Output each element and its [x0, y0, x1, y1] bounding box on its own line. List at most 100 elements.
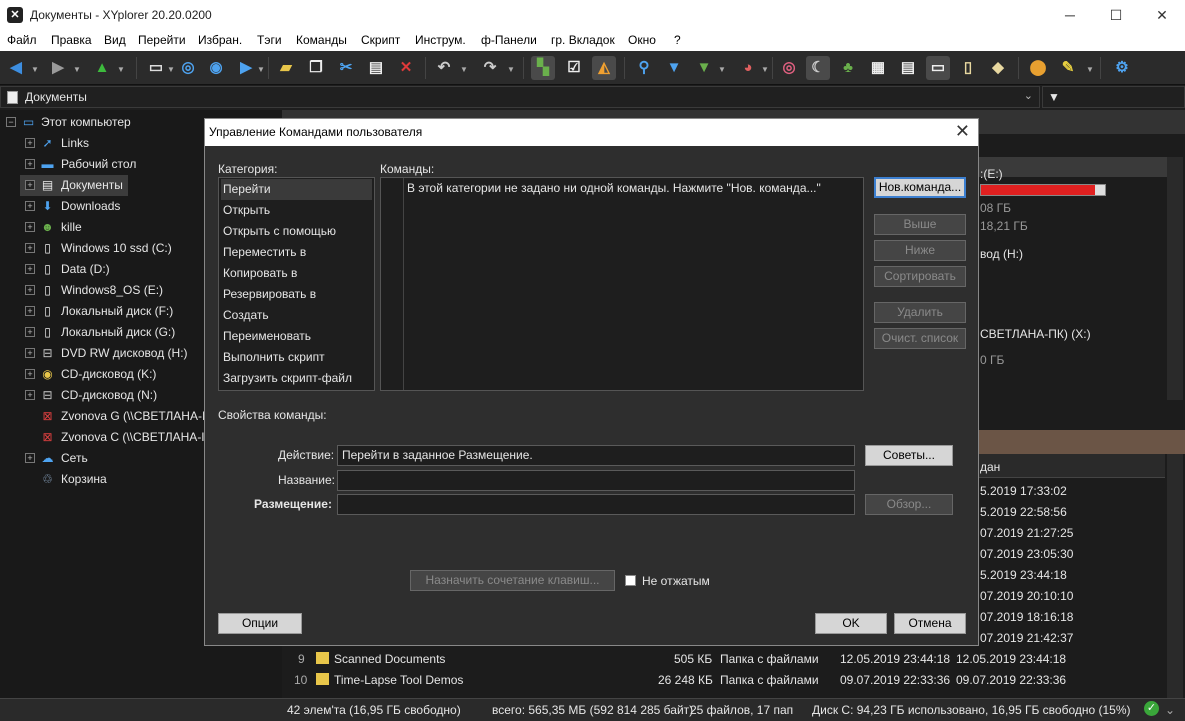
menu-edit[interactable]: Правка	[51, 33, 92, 47]
redo-icon[interactable]: ↷	[478, 56, 502, 80]
clear-list-button[interactable]: Очист. список	[874, 328, 966, 349]
search-icon[interactable]: ⚲	[632, 56, 656, 80]
action-field[interactable]: Перейти в заданное Размещение.	[337, 445, 855, 466]
move-up-button[interactable]: Выше	[874, 214, 966, 235]
color-filter-icon[interactable]: ◕	[736, 56, 760, 80]
category-item[interactable]: Копировать в	[221, 263, 297, 284]
play-icon[interactable]: ▶	[234, 56, 258, 80]
filter-box[interactable]: ▼	[1042, 86, 1185, 108]
paste-icon[interactable]: ▤	[364, 56, 388, 80]
forward-icon[interactable]: ▶	[46, 56, 70, 80]
check-icon[interactable]: ✓	[1144, 701, 1159, 716]
expand-icon[interactable]: +	[25, 285, 35, 295]
menu-go[interactable]: Перейти	[138, 33, 186, 47]
category-item[interactable]: Перейти	[221, 179, 372, 200]
expand-icon[interactable]: +	[25, 201, 35, 211]
copy-icon[interactable]: ❐	[304, 56, 328, 80]
tag-icon[interactable]: ◆	[986, 56, 1010, 80]
menu-file[interactable]: Файл	[7, 33, 37, 47]
find-icon[interactable]: ◉	[204, 56, 228, 80]
filter-icon[interactable]: ▼	[662, 56, 686, 80]
moon-icon[interactable]: ☾	[806, 56, 830, 80]
expand-icon[interactable]: +	[25, 369, 35, 379]
category-item[interactable]: Резервировать в	[221, 284, 316, 305]
menu-view[interactable]: Вид	[104, 33, 126, 47]
settings-gear-icon[interactable]: ⚙	[1110, 56, 1134, 80]
details-view-icon[interactable]: ▤	[896, 56, 920, 80]
category-list[interactable]: Перейти Открыть Открыть с помощью Переме…	[218, 177, 375, 391]
computer-icon[interactable]: ▭	[144, 56, 168, 80]
category-item[interactable]: Создать	[221, 305, 269, 326]
up-icon[interactable]: ▲	[90, 56, 114, 80]
back-icon[interactable]: ◀	[4, 56, 28, 80]
expand-icon[interactable]: +	[25, 159, 35, 169]
column-header-created[interactable]: дан	[980, 460, 1000, 474]
delete-button[interactable]: Удалить	[874, 302, 966, 323]
chevron-down-icon[interactable]: ⌄	[1165, 703, 1175, 717]
minimize-button[interactable]: ─	[1047, 0, 1093, 30]
assign-hotkey-button[interactable]: Назначить сочетание клавиш...	[410, 570, 615, 591]
color-circles-icon[interactable]: ⬤	[1026, 56, 1050, 80]
undo-icon[interactable]: ↶	[432, 56, 456, 80]
new-folder-icon[interactable]: ▰	[274, 56, 298, 80]
ok-button[interactable]: OK	[815, 613, 887, 634]
target-icon[interactable]: ◎	[176, 56, 200, 80]
collapse-icon[interactable]: −	[6, 117, 16, 127]
menu-favorites[interactable]: Избран.	[198, 33, 242, 47]
expand-icon[interactable]: +	[25, 327, 35, 337]
menu-panes[interactable]: ф-Панели	[481, 33, 537, 47]
category-item[interactable]: Открыть	[221, 200, 270, 221]
tips-button[interactable]: Советы...	[865, 445, 953, 466]
maximize-button[interactable]: ☐	[1093, 0, 1139, 30]
name-field[interactable]	[337, 470, 855, 491]
pizza-icon[interactable]: ◭	[592, 56, 616, 80]
dialog-close-button[interactable]: ✕	[955, 121, 970, 142]
expand-icon[interactable]: +	[25, 264, 35, 274]
sort-button[interactable]: Сортировать	[874, 266, 966, 287]
commands-list[interactable]: В этой категории не задано ни одной кома…	[380, 177, 864, 391]
address-bar[interactable]: Документы ⌄	[0, 86, 1040, 108]
category-item[interactable]: Переместить в	[221, 242, 306, 263]
tree-item-documents[interactable]: + ▤ Документы	[20, 175, 128, 196]
menu-commands[interactable]: Команды	[296, 33, 347, 47]
table-row[interactable]: 9 Scanned Documents 505 КБ Папка с файла…	[284, 648, 1164, 669]
grid-icon[interactable]: ▦	[866, 56, 890, 80]
unchecked-checkbox[interactable]	[625, 575, 636, 586]
delete-icon[interactable]: ✕	[394, 56, 418, 80]
brush-icon[interactable]: ✎	[1056, 56, 1080, 80]
pane-divider[interactable]	[970, 430, 1185, 454]
new-command-button[interactable]: Нов.команда...	[874, 177, 966, 198]
expand-icon[interactable]: +	[25, 390, 35, 400]
menu-tags[interactable]: Тэги	[257, 33, 282, 47]
scrollbar[interactable]	[1167, 157, 1183, 400]
category-item[interactable]: Переименовать	[221, 326, 311, 347]
preview-icon[interactable]: ▯	[956, 56, 980, 80]
menu-tools[interactable]: Инструм.	[415, 33, 466, 47]
category-item[interactable]: Выполнить скрипт	[221, 347, 325, 368]
category-item[interactable]: Открыть с помощью	[221, 221, 336, 242]
expand-icon[interactable]: +	[25, 453, 35, 463]
menu-help[interactable]: ?	[674, 33, 681, 47]
menu-tab-groups[interactable]: гр. Вкладок	[551, 33, 615, 47]
expand-icon[interactable]: +	[25, 180, 35, 190]
expand-icon[interactable]: +	[25, 138, 35, 148]
options-button[interactable]: Опции	[218, 613, 302, 634]
scrollbar[interactable]	[1167, 454, 1183, 698]
table-row[interactable]: 10 Time-Lapse Tool Demos 26 248 КБ Папка…	[284, 669, 1164, 690]
category-item[interactable]: Загрузить скрипт-файл	[221, 368, 352, 389]
chevron-down-icon[interactable]: ⌄	[1024, 89, 1033, 102]
menu-window[interactable]: Окно	[628, 33, 656, 47]
expand-icon[interactable]: +	[25, 348, 35, 358]
dual-pane-icon[interactable]: ▭	[926, 56, 950, 80]
cancel-button[interactable]: Отмена	[894, 613, 966, 634]
tree-toggle-icon[interactable]: ▚	[531, 56, 555, 80]
tree-icon[interactable]: ♣	[836, 56, 860, 80]
location-field[interactable]	[337, 494, 855, 515]
close-button[interactable]: ✕	[1139, 0, 1185, 30]
checkbox-icon[interactable]: ☑	[562, 56, 586, 80]
expand-icon[interactable]: +	[25, 243, 35, 253]
move-down-button[interactable]: Ниже	[874, 240, 966, 261]
expand-icon[interactable]: +	[25, 306, 35, 316]
cut-icon[interactable]: ✂	[334, 56, 358, 80]
expand-icon[interactable]: +	[25, 222, 35, 232]
